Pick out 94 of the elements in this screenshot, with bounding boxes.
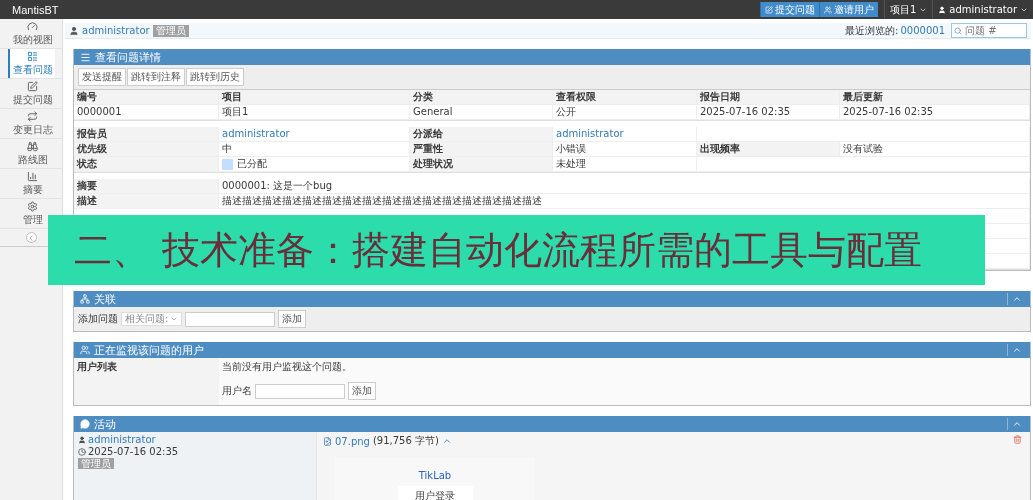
- field-label: 分派给: [410, 127, 553, 142]
- sidebar-item[interactable]: 查看问题: [8, 49, 55, 78]
- field-label: 优先级: [74, 142, 219, 157]
- field-label: 用户名: [222, 384, 252, 398]
- chevron-left-icon: [27, 233, 35, 242]
- action-button[interactable]: 跳转到历史: [186, 68, 244, 86]
- note-date: 2025-07-16 02:35: [88, 446, 179, 457]
- panel-header: 活动: [74, 416, 1030, 432]
- user-icon: [938, 5, 947, 14]
- file-icon: [323, 436, 332, 446]
- field-value: 小错误: [553, 142, 697, 157]
- field-value: General: [410, 105, 553, 120]
- users-icon: [824, 5, 832, 14]
- comment-icon: [80, 419, 90, 429]
- panel-header: 正在监视该问题的用户: [74, 342, 1030, 358]
- project-menu[interactable]: 项目1: [884, 0, 933, 19]
- status-value: 已分配: [237, 157, 267, 171]
- user-link[interactable]: administrator: [222, 127, 290, 141]
- role-badge: 管理员: [78, 458, 114, 469]
- role-badge: 管理员: [152, 24, 189, 37]
- settings-icon: [27, 200, 38, 212]
- field-label: 分类: [410, 90, 553, 105]
- users-icon: [80, 345, 90, 355]
- user-link[interactable]: administrator: [556, 127, 624, 141]
- caret-icon: [170, 315, 179, 323]
- network-icon: [80, 294, 90, 304]
- field-value: 2025-07-16 02:35: [697, 105, 840, 120]
- user-menu[interactable]: administrator: [932, 0, 1033, 19]
- edit-icon: [765, 5, 773, 14]
- field-label: 描述: [74, 194, 219, 209]
- action-button[interactable]: 发送提醒: [78, 68, 126, 86]
- field-label: 添加问题: [78, 312, 118, 326]
- chevron-up-icon: [1012, 419, 1022, 429]
- field-label: 报告日期: [697, 90, 840, 105]
- chart-icon: [27, 170, 38, 182]
- panel-header: 查看问题详情: [74, 49, 1030, 65]
- field-label: 状态: [74, 157, 219, 172]
- field-value: 0000001: 这是一个bug: [219, 179, 1030, 194]
- author-link[interactable]: administrator: [88, 434, 156, 445]
- toolbar-button[interactable]: 提交问题: [760, 2, 819, 17]
- search-field[interactable]: 问题 #: [951, 23, 1027, 38]
- chevron-up-icon: [1012, 345, 1022, 355]
- username-input[interactable]: [255, 383, 345, 399]
- issue-link[interactable]: 0000001: [900, 25, 945, 36]
- file-size: (91,756 字节): [372, 434, 439, 448]
- chevron-up-icon: [1012, 294, 1022, 304]
- field-value: 未处理: [553, 157, 697, 172]
- field-value: 0000001: [74, 105, 219, 120]
- binoculars-icon: [27, 140, 38, 152]
- add-button[interactable]: 添加: [278, 310, 307, 328]
- field-value: 中: [219, 142, 410, 157]
- field-value: 没有试验: [840, 142, 1030, 157]
- empty-message: 当前没有用户监视这个问题。: [222, 360, 353, 374]
- field-label: 项目: [219, 90, 410, 105]
- issue-input[interactable]: [185, 311, 276, 327]
- list-icon: [27, 50, 38, 62]
- field-label: 查看权限: [553, 90, 697, 105]
- toolbar-button[interactable]: 邀请用户: [819, 2, 878, 17]
- field-value: 公开: [553, 105, 697, 120]
- user-icon: [69, 25, 79, 36]
- action-button[interactable]: 跳转到注释: [127, 68, 185, 86]
- collapse-icon[interactable]: [441, 436, 452, 446]
- title-banner: 二、 技术准备：搭建自动化流程所需的工具与配置: [48, 215, 985, 285]
- clock-icon: [78, 447, 86, 456]
- field-value: 项目1: [219, 105, 410, 120]
- field-label: 摘要: [74, 179, 219, 194]
- sidebar-item[interactable]: 摘要: [8, 169, 55, 198]
- field-label: 严重性: [410, 142, 553, 157]
- delete-icon[interactable]: [1013, 435, 1022, 444]
- panel-header: 关联: [74, 291, 1030, 307]
- field-label: 处理状况: [410, 157, 553, 172]
- field-label: 用户列表: [74, 358, 219, 405]
- gauge-icon: [27, 20, 38, 32]
- field-label: 出现频率: [697, 142, 840, 157]
- field-value: 描述描述描述描述描述描述描述描述描述描述描述描述描述描述描述描述: [219, 194, 1030, 209]
- sidebar-item[interactable]: 提交问题: [8, 79, 55, 108]
- field-label: 编号: [74, 90, 219, 105]
- app-brand[interactable]: MantisBT: [12, 3, 59, 16]
- field-label: 最后更新: [840, 90, 1030, 105]
- edit-icon: [27, 80, 38, 92]
- repeat-icon: [27, 110, 38, 122]
- recent-label: 最近浏览的:: [845, 23, 899, 38]
- user-link[interactable]: administrator: [82, 25, 150, 36]
- sidebar-item[interactable]: 我的视图: [8, 19, 55, 48]
- menu-icon: [80, 51, 91, 63]
- file-link[interactable]: 07.png: [335, 435, 370, 447]
- field-label: 报告员: [74, 127, 219, 142]
- add-button[interactable]: 添加: [348, 382, 376, 400]
- sidebar-item[interactable]: 变更日志: [8, 109, 55, 138]
- sidebar-item[interactable]: 路线图: [8, 139, 55, 168]
- user-icon: [78, 435, 86, 444]
- field-value: 2025-07-16 02:35: [840, 105, 1030, 120]
- relation-select[interactable]: 相关问题:: [121, 312, 183, 326]
- collapse-button[interactable]: [25, 232, 37, 243]
